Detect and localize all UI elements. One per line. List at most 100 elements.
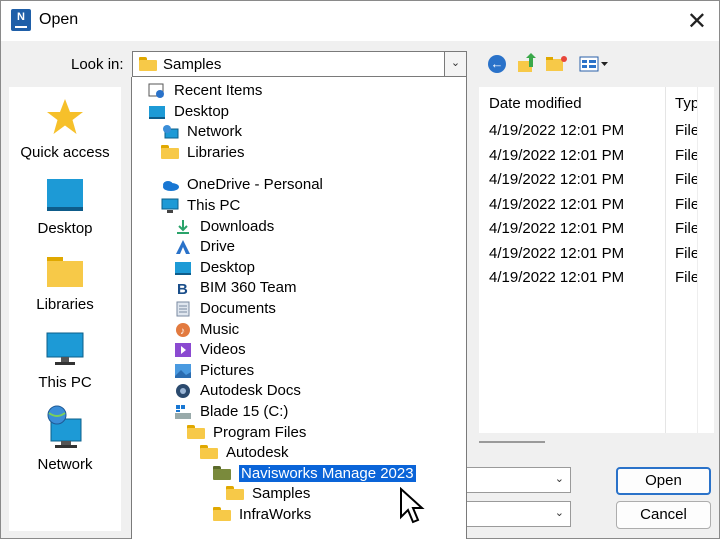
- dropdown-item-label: Desktop: [174, 102, 230, 120]
- table-row[interactable]: 4/19/2022 12:01 PM File fo: [479, 144, 697, 168]
- dropdown-item[interactable]: Downloads: [174, 217, 448, 237]
- back-button[interactable]: ←: [485, 53, 509, 75]
- recent-items-icon: [148, 83, 166, 99]
- up-folder-icon: [518, 53, 536, 72]
- place-this-pc[interactable]: This PC: [9, 331, 121, 391]
- dropdown-item[interactable]: Recent Items: [148, 81, 448, 101]
- look-in-dropdown-list[interactable]: Recent Items Desktop Network Libraries OneDr…: [131, 77, 467, 539]
- place-libraries[interactable]: Libraries: [9, 253, 121, 313]
- open-button[interactable]: Open: [616, 467, 711, 495]
- dropdown-item[interactable]: Pictures: [174, 361, 448, 381]
- type-cell: File fo: [675, 122, 697, 139]
- chevron-down-icon[interactable]: ⌄: [444, 52, 466, 76]
- libraries-folder-icon: [47, 257, 83, 287]
- type-cell: File fo: [675, 171, 697, 188]
- table-row[interactable]: 4/19/2022 12:01 PM File fo: [479, 168, 697, 192]
- dropdown-item[interactable]: Drive: [174, 237, 448, 257]
- dropdown-item-label: InfraWorks: [239, 506, 312, 523]
- dropdown-item-label: Desktop: [200, 258, 256, 276]
- dropdown-item-label: Videos: [200, 341, 246, 359]
- network-icon: [47, 405, 82, 448]
- type-cell: File fo: [675, 146, 697, 164]
- dropdown-item[interactable]: Videos: [174, 340, 448, 360]
- dropdown-item-label: Documents: [200, 300, 276, 317]
- look-in-value: Samples: [163, 56, 222, 73]
- table-row[interactable]: 4/19/2022 12:01 PM File fo: [479, 217, 697, 241]
- column-type[interactable]: Type: [675, 95, 697, 112]
- dropdown-item-label: Downloads: [200, 217, 275, 235]
- dropdown-item[interactable]: Autodesk: [200, 443, 448, 463]
- dropdown-item[interactable]: Network: [161, 122, 448, 142]
- svg-text:B: B: [177, 281, 188, 296]
- mouse-cursor-icon: [400, 487, 425, 524]
- dropdown-item-label: Network: [187, 123, 243, 141]
- vertical-scrollbar[interactable]: [697, 87, 714, 433]
- dropdown-item-label: Music: [200, 320, 240, 338]
- dropdown-item-label: OneDrive - Personal: [187, 176, 323, 194]
- dropdown-item[interactable]: Documents: [174, 299, 448, 319]
- pictures-icon: [174, 363, 192, 379]
- dropdown-item[interactable]: Program Files: [187, 423, 448, 443]
- cancel-button[interactable]: Cancel: [616, 501, 711, 529]
- svg-text:♪: ♪: [180, 326, 185, 337]
- dropdown-item[interactable]: B BIM 360 Team: [174, 278, 448, 298]
- place-desktop[interactable]: Desktop: [9, 177, 121, 237]
- file-list[interactable]: Date modified Type 4/19/2022 12:01 PM Fil…: [479, 87, 697, 433]
- view-menu-button[interactable]: [577, 53, 611, 75]
- dropdown-item[interactable]: Navisworks Manage 2023: [213, 463, 448, 484]
- dropdown-item-label: Program Files: [213, 423, 307, 441]
- table-row[interactable]: 4/19/2022 12:01 PM File fo: [479, 119, 697, 143]
- date-modified-cell: 4/19/2022 12:01 PM: [489, 220, 625, 237]
- documents-icon: [174, 301, 192, 317]
- star-icon: [47, 99, 83, 134]
- look-in-combobox[interactable]: Samples ⌄: [132, 51, 467, 77]
- dropdown-item-label: Navisworks Manage 2023: [238, 463, 417, 483]
- place-network[interactable]: Network: [9, 405, 121, 473]
- file-type-combobox[interactable]: ⌄: [467, 501, 571, 527]
- table-row[interactable]: 4/19/2022 12:01 PM File fo: [479, 266, 697, 290]
- place-quick-access[interactable]: Quick access: [9, 97, 121, 161]
- dialog-title: Open: [39, 11, 79, 28]
- network-icon: [161, 124, 179, 140]
- dropdown-item[interactable]: Desktop: [148, 102, 448, 122]
- dropdown-item[interactable]: Blade 15 (C:): [174, 402, 448, 422]
- dropdown-item[interactable]: Autodesk Docs: [174, 381, 448, 401]
- monitor-icon: [161, 198, 179, 214]
- back-arrow-icon: ←: [488, 55, 506, 73]
- table-row[interactable]: 4/19/2022 12:01 PM File fo: [479, 193, 697, 217]
- dropdown-item-label: Samples: [252, 485, 311, 503]
- type-cell: File fo: [675, 220, 697, 237]
- folder-icon: [226, 486, 244, 502]
- column-date-modified[interactable]: Date modified: [489, 95, 582, 112]
- horizontal-scrollbar[interactable]: [479, 441, 545, 443]
- desktop-icon: [148, 104, 166, 120]
- open-dialog: N Open ✕ Look in: Samples ⌄ ← Quick acce…: [0, 0, 720, 539]
- dropdown-item-label: Libraries: [187, 143, 245, 161]
- folder-icon: [187, 424, 205, 441]
- folder-icon: [161, 144, 179, 161]
- type-cell: File fo: [675, 244, 697, 262]
- date-modified-cell: 4/19/2022 12:01 PM: [489, 146, 625, 164]
- dropdown-item-label: Recent Items: [174, 82, 263, 99]
- places-bar: Quick access Desktop Libraries This PC N…: [9, 87, 121, 531]
- up-one-level-button[interactable]: [515, 53, 539, 75]
- file-name-combobox[interactable]: ⌄: [467, 467, 571, 493]
- dropdown-item[interactable]: This PC: [161, 196, 448, 216]
- type-cell: File fo: [675, 195, 697, 213]
- dropdown-item[interactable]: OneDrive - Personal: [161, 175, 448, 195]
- date-modified-cell: 4/19/2022 12:01 PM: [489, 269, 625, 286]
- dropdown-item-label: Autodesk: [226, 444, 289, 462]
- folder-icon: [200, 445, 218, 461]
- close-icon[interactable]: ✕: [687, 7, 707, 36]
- chevron-down-icon[interactable]: ⌄: [555, 472, 564, 485]
- chevron-down-icon[interactable]: ⌄: [555, 506, 564, 519]
- desktop-icon: [47, 179, 83, 211]
- onedrive-cloud-icon: [161, 177, 179, 193]
- dropdown-item-label: BIM 360 Team: [200, 279, 297, 297]
- music-icon: ♪: [174, 322, 192, 338]
- create-new-folder-button[interactable]: [545, 53, 569, 75]
- dropdown-item[interactable]: Libraries: [161, 143, 448, 163]
- dropdown-item[interactable]: ♪ Music: [174, 320, 448, 340]
- table-row[interactable]: 4/19/2022 12:01 PM File fo: [479, 242, 697, 266]
- dropdown-item[interactable]: Desktop: [174, 258, 448, 278]
